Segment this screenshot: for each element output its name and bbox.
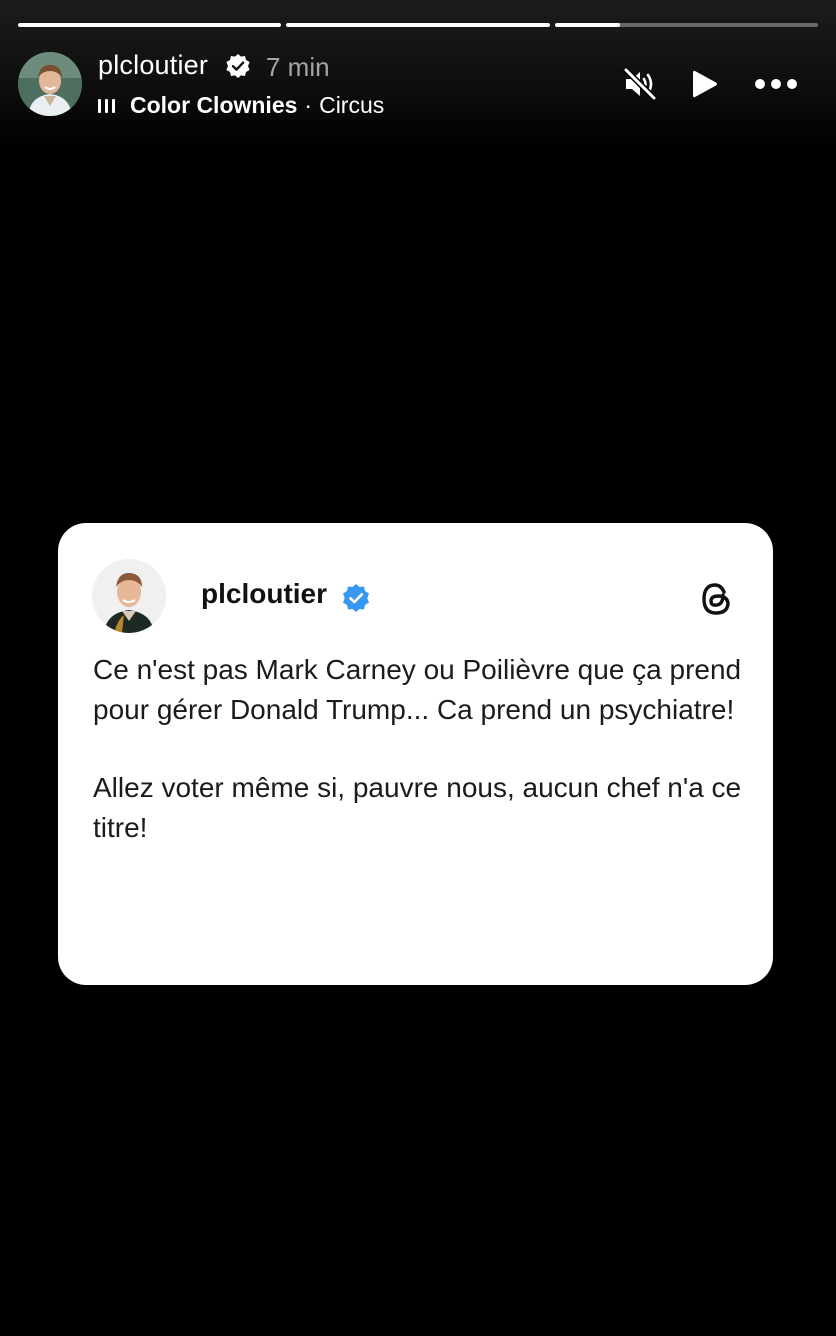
progress-segment [18,23,282,27]
progress-segment [286,23,550,27]
mute-button[interactable] [619,63,661,105]
post-author-avatar [92,559,166,633]
post-paragraph: Allez voter même si, pauvre nous, aucun … [93,772,742,843]
post-author-username: plcloutier [201,578,328,609]
song-title: Color Clownies [130,91,298,118]
threads-logo-icon [702,583,730,615]
post-body: Ce n'est pas Mark Carney ou Poilièvre qu… [93,650,743,847]
music-attribution[interactable]: Color Clownies · Circus [98,90,384,120]
separator-dot: · [304,91,313,118]
progress-segment-current [554,23,818,27]
story-viewer[interactable]: plcloutier 7 min Color Clownies · Circus [0,0,836,1336]
play-button[interactable] [686,64,724,104]
verified-badge-icon [343,584,369,612]
verified-icon [226,54,250,78]
post-time: 7 min [266,52,330,82]
story-username[interactable]: plcloutier [98,50,208,81]
threads-post-card[interactable]: plcloutier Ce n'est pas Mark Carney ou P… [58,523,773,985]
more-icon [755,79,797,89]
post-paragraph: Ce n'est pas Mark Carney ou Poilièvre qu… [93,654,742,725]
story-progress-bar [18,23,818,27]
profile-avatar[interactable] [18,52,82,116]
artist-name: Circus [319,91,385,118]
speaker-muted-icon [622,66,658,102]
play-icon [693,70,717,98]
more-options-button[interactable] [752,70,800,98]
audio-bars-icon [98,97,119,113]
